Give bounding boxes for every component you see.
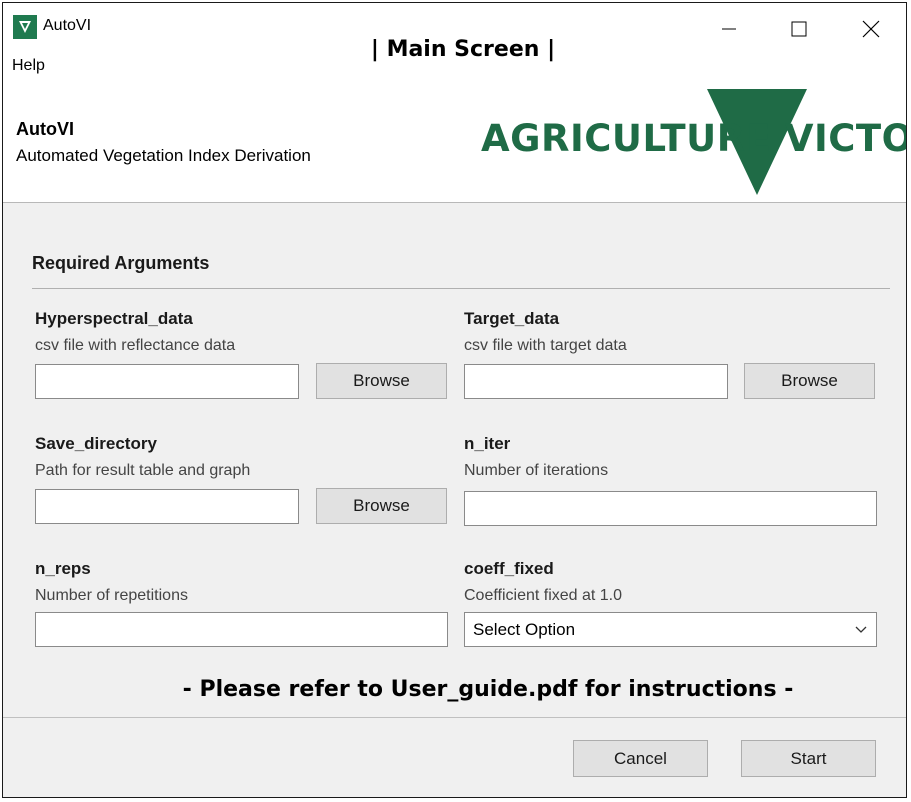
hyperspectral-browse-button[interactable]: Browse xyxy=(316,363,447,399)
minimize-icon xyxy=(722,28,736,30)
coeff-fixed-desc: Coefficient fixed at 1.0 xyxy=(464,587,623,604)
save-directory-desc: Path for result table and graph xyxy=(35,462,251,479)
logo-text: AGRICULTURE VICTORIA xyxy=(481,117,906,160)
coeff-fixed-select[interactable]: Select Option xyxy=(464,612,877,647)
n-iter-desc: Number of iterations xyxy=(464,462,609,479)
agriculture-victoria-icon xyxy=(13,15,37,39)
hyperspectral-desc: csv file with reflectance data xyxy=(35,337,236,354)
n-reps-input[interactable] xyxy=(35,612,448,647)
section-divider xyxy=(32,288,890,289)
n-iter-label: n_iter xyxy=(464,434,511,453)
instructions-note: - Please refer to User_guide.pdf for ins… xyxy=(182,677,794,702)
target-label: Target_data xyxy=(464,309,560,328)
start-button[interactable]: Start xyxy=(741,740,876,777)
maximize-icon xyxy=(791,21,807,37)
coeff-fixed-label: coeff_fixed xyxy=(464,559,554,578)
header-subtitle: Automated Vegetation Index Derivation xyxy=(16,146,311,165)
screen-title: | Main Screen | xyxy=(370,37,556,62)
app-window: AutoVI Help | Main Screen | AutoVI Autom… xyxy=(2,2,907,798)
cancel-button[interactable]: Cancel xyxy=(573,740,708,777)
section-title: Required Arguments xyxy=(32,253,210,273)
target-desc: csv file with target data xyxy=(464,337,627,354)
window-title: AutoVI xyxy=(43,17,92,34)
close-icon xyxy=(862,20,880,38)
save-directory-label: Save_directory xyxy=(35,434,157,453)
header-title: AutoVI xyxy=(16,119,74,139)
header-panel: AutoVI Automated Vegetation Index Deriva… xyxy=(3,79,906,203)
n-reps-label: n_reps xyxy=(35,559,91,578)
target-input[interactable] xyxy=(464,364,728,399)
coeff-fixed-selected-value: Select Option xyxy=(473,620,576,639)
chevron-down-icon xyxy=(854,613,868,658)
n-reps-desc: Number of repetitions xyxy=(35,587,188,604)
n-iter-input[interactable] xyxy=(464,491,877,526)
target-browse-button[interactable]: Browse xyxy=(744,363,875,399)
hyperspectral-input[interactable] xyxy=(35,364,299,399)
footer-divider xyxy=(3,717,906,718)
hyperspectral-label: Hyperspectral_data xyxy=(35,309,193,328)
save-directory-browse-button[interactable]: Browse xyxy=(316,488,447,524)
save-directory-input[interactable] xyxy=(35,489,299,524)
agriculture-victoria-logo: AGRICULTURE VICTORIA xyxy=(481,87,906,197)
